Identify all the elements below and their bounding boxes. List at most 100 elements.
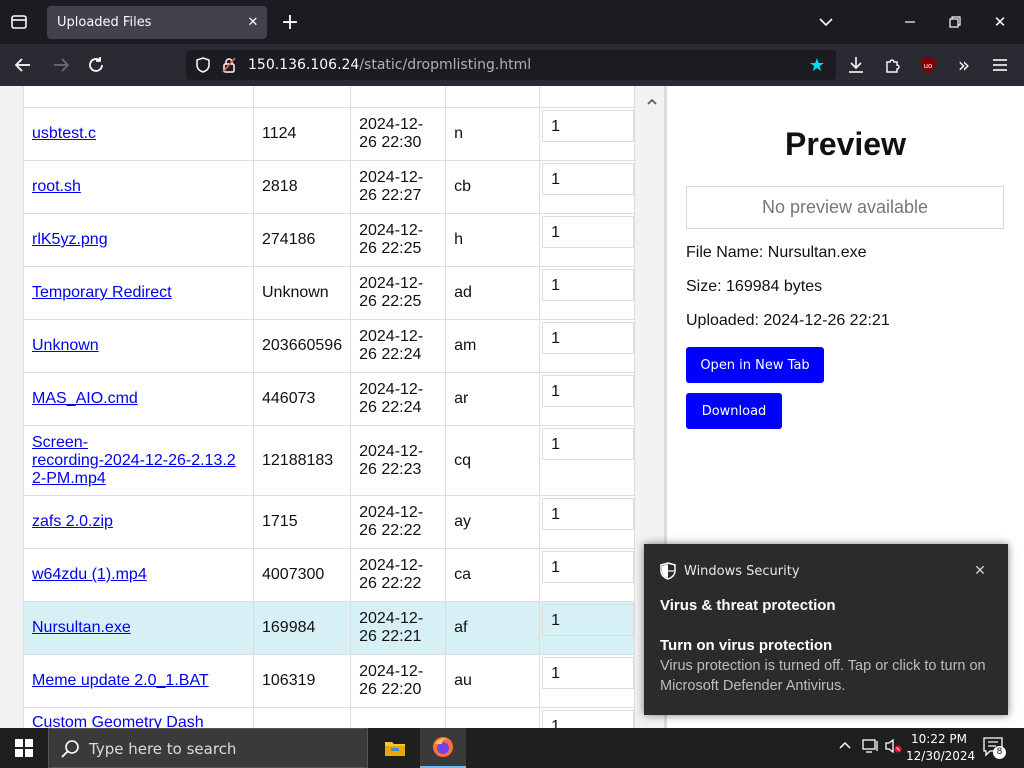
table-row[interactable]: rlK5yz.png 274186 2024-12- 26 22:25 h 1 <box>23 213 636 267</box>
file-date: 2024-12- 26 22:23 <box>350 425 447 496</box>
file-date: 2024-12- 26 22:30 <box>350 107 447 161</box>
firefox-task-button[interactable] <box>420 728 466 768</box>
table-row[interactable]: MAS_AIO.cmd 446073 2024-12- 26 22:24 ar 1 <box>23 372 636 426</box>
volume-muted-icon[interactable] <box>884 738 902 758</box>
bookmark-star-icon[interactable]: ★ <box>808 55 826 76</box>
reload-icon[interactable] <box>85 54 107 76</box>
table-row[interactable]: w64zdu (1).mp4 4007300 2024-12- 26 22:22 … <box>23 548 636 602</box>
taskbar-search-box[interactable]: Type here to search <box>48 728 368 768</box>
count-field[interactable]: 1 <box>542 322 635 354</box>
preview-file-size: Size: 169984 bytes <box>686 278 823 295</box>
start-button[interactable] <box>0 728 48 768</box>
network-icon[interactable] <box>862 738 880 758</box>
toast-app-name: Windows Security <box>684 564 800 579</box>
table-row[interactable]: Custom Geometry Dash 1 <box>23 707 636 728</box>
table-row[interactable]: zafs 2.0.zip 1715 2024-12- 26 22:22 ay 1 <box>23 495 636 549</box>
file-link[interactable]: usbtest.c <box>32 125 96 142</box>
close-icon[interactable]: ✕ <box>970 560 990 580</box>
ublock-origin-icon[interactable]: uo <box>918 55 938 75</box>
count-field[interactable]: 1 <box>542 657 635 689</box>
firefox-icon <box>433 737 453 757</box>
toast-heading: Virus & threat protection <box>660 597 836 614</box>
back-arrow-icon[interactable] <box>12 54 34 76</box>
file-link[interactable]: Nursultan.exe <box>32 619 131 636</box>
file-link[interactable]: w64zdu (1).mp4 <box>32 566 147 583</box>
count-field[interactable]: 1 <box>542 110 635 142</box>
file-size: 2818 <box>252 160 352 214</box>
count-field[interactable]: 1 <box>542 375 635 407</box>
files-table: usbtest.c 1124 2024-12- 26 22:30 n 1 root… <box>23 86 636 728</box>
file-size-cell <box>252 86 352 108</box>
windows-security-notification[interactable]: Windows Security ✕ Virus & threat protec… <box>644 544 1008 715</box>
forward-arrow-icon[interactable] <box>50 54 72 76</box>
preview-uploaded-date: Uploaded: 2024-12-26 22:21 <box>686 312 890 329</box>
tab-close-icon[interactable]: ✕ <box>243 12 263 32</box>
table-row[interactable]: Unknown 203660596 2024-12- 26 22:24 am 1 <box>23 319 636 373</box>
file-type: am <box>445 319 541 373</box>
system-clock[interactable]: 10:22 PM 12/30/2024 <box>906 731 975 765</box>
download-button[interactable]: Download <box>686 393 782 429</box>
count-field[interactable]: 1 <box>542 269 635 301</box>
file-type: cb <box>445 160 541 214</box>
extensions-puzzle-icon[interactable] <box>883 54 903 76</box>
file-size: 1715 <box>252 495 352 549</box>
file-count-cell <box>539 86 636 108</box>
minimize-icon[interactable] <box>900 12 920 32</box>
url-text: 150.136.106.24/static/dropmlisting.html <box>248 57 531 73</box>
clock-time: 10:22 PM <box>911 732 967 746</box>
table-row[interactable]: Meme update 2.0_1.BAT 106319 2024-12- 26 … <box>23 654 636 708</box>
preview-file-name: File Name: Nursultan.exe <box>686 244 867 261</box>
file-type: h <box>445 213 541 267</box>
close-window-icon[interactable]: ✕ <box>990 12 1010 32</box>
table-row-selected[interactable]: Nursultan.exe 169984 2024-12- 26 22:21 af… <box>23 601 636 655</box>
downloads-icon[interactable] <box>846 54 866 76</box>
file-name-cell <box>23 86 254 108</box>
shield-icon[interactable] <box>194 56 212 74</box>
count-field[interactable]: 1 <box>542 498 635 530</box>
url-host: 150.136.106.24 <box>248 57 360 73</box>
tab-list-icon[interactable] <box>8 11 30 33</box>
file-list-pane[interactable]: usbtest.c 1124 2024-12- 26 22:30 n 1 root… <box>0 86 640 728</box>
insecure-lock-icon[interactable] <box>220 56 238 74</box>
file-size: 446073 <box>252 372 352 426</box>
file-link[interactable]: Custom Geometry Dash <box>32 714 204 728</box>
notification-center-icon[interactable]: 8 <box>982 736 1006 762</box>
navigation-toolbar: 150.136.106.24/static/dropmlisting.html … <box>0 44 1024 86</box>
restore-icon[interactable] <box>945 12 965 32</box>
file-link[interactable]: MAS_AIO.cmd <box>32 390 138 407</box>
file-type: cq <box>445 425 541 496</box>
file-link[interactable]: root.sh <box>32 178 81 195</box>
count-field[interactable]: 1 <box>542 551 635 583</box>
table-row[interactable]: root.sh 2818 2024-12- 26 22:27 cb 1 <box>23 160 636 214</box>
show-hidden-icons-chevron-icon[interactable] <box>838 738 852 754</box>
count-field[interactable]: 1 <box>542 163 635 195</box>
toast-subheading: Turn on virus protection <box>660 637 833 654</box>
file-link[interactable]: Unknown <box>32 337 99 354</box>
file-type: ar <box>445 372 541 426</box>
file-size: 4007300 <box>252 548 352 602</box>
file-type: ay <box>445 495 541 549</box>
table-row[interactable]: usbtest.c 1124 2024-12- 26 22:30 n 1 <box>23 107 636 161</box>
new-tab-icon[interactable]: + <box>280 10 300 35</box>
file-date: 2024-12- 26 22:22 <box>350 495 447 549</box>
chevron-down-icon[interactable] <box>816 12 836 32</box>
file-link[interactable]: Meme update 2.0_1.BAT <box>32 672 209 689</box>
file-link[interactable]: zafs 2.0.zip <box>32 513 113 530</box>
file-link[interactable]: Temporary Redirect <box>32 284 172 301</box>
count-field[interactable]: 1 <box>542 604 635 636</box>
table-row[interactable]: Temporary Redirect Unknown 2024-12- 26 22… <box>23 266 636 320</box>
scroll-up-icon[interactable] <box>646 96 658 108</box>
address-bar[interactable]: 150.136.106.24/static/dropmlisting.html … <box>186 50 836 80</box>
count-field[interactable]: 1 <box>542 216 635 248</box>
file-link[interactable]: rlK5yz.png <box>32 231 108 248</box>
open-in-new-tab-button[interactable]: Open in New Tab <box>686 347 824 383</box>
count-field[interactable]: 1 <box>542 428 635 460</box>
more-tools-icon[interactable]: » <box>954 53 974 77</box>
toast-body: Virus protection is turned off. Tap or c… <box>660 658 986 694</box>
menu-hamburger-icon[interactable] <box>990 54 1010 76</box>
file-link[interactable]: Screen-recording-2024-12-26-2.13.2 2-PM.m… <box>32 434 236 487</box>
table-row[interactable]: Screen-recording-2024-12-26-2.13.2 2-PM.m… <box>23 425 636 496</box>
tab-uploaded-files[interactable]: Uploaded Files ✕ <box>47 6 267 39</box>
count-field[interactable]: 1 <box>542 710 635 728</box>
file-explorer-task-button[interactable] <box>372 728 418 768</box>
